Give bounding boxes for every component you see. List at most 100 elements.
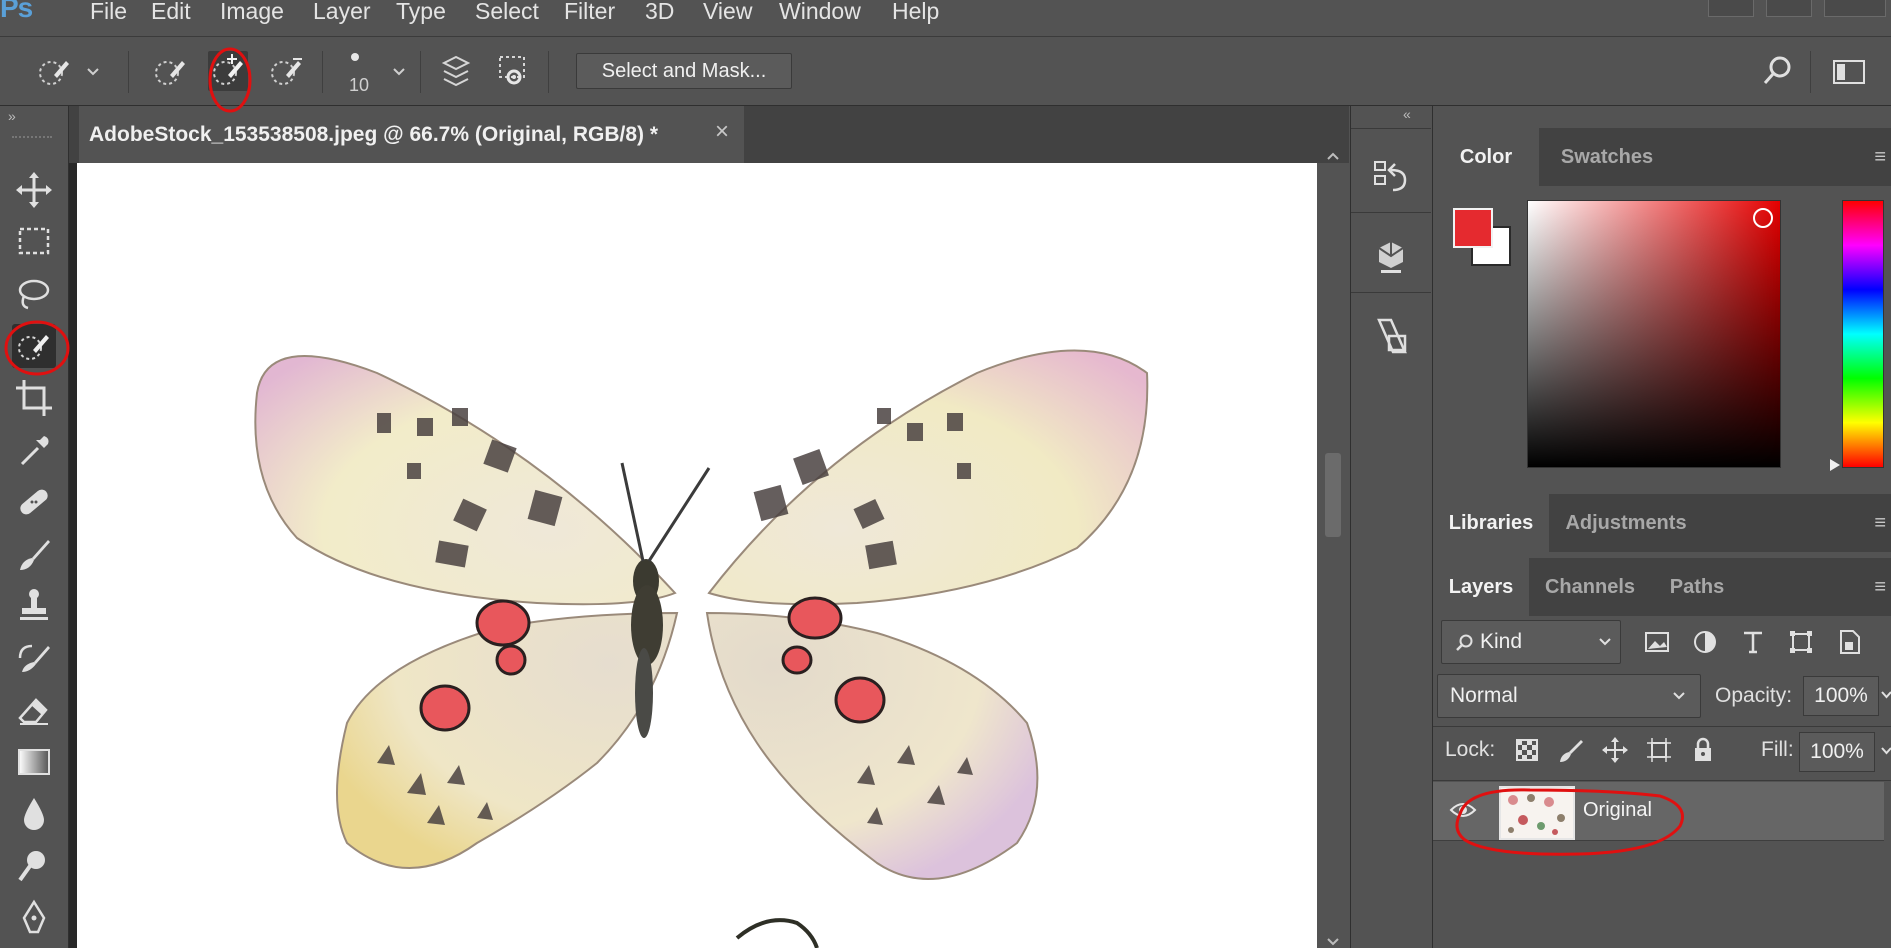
eyedropper-icon[interactable]: [12, 428, 56, 472]
workspace-icon[interactable]: [1828, 51, 1868, 91]
panel-menu-icon[interactable]: ≡: [1874, 512, 1886, 535]
filter-type-icon[interactable]: [1739, 628, 1767, 656]
hue-slider-handle-icon[interactable]: [1829, 458, 1841, 472]
layer-name[interactable]: Original: [1583, 799, 1652, 822]
tab-color[interactable]: Color: [1433, 128, 1539, 186]
new-selection-icon[interactable]: [150, 51, 190, 91]
scroll-thumb[interactable]: [1325, 453, 1341, 537]
dodge-icon[interactable]: [12, 844, 56, 888]
tab-channels[interactable]: Channels: [1529, 558, 1651, 616]
search-icon: [1456, 634, 1473, 651]
lasso-icon[interactable]: [12, 272, 56, 316]
pen-icon[interactable]: [12, 896, 56, 940]
search-icon[interactable]: [1758, 51, 1798, 91]
color-panel-tabs: Color Swatches ≡: [1433, 128, 1891, 186]
menu-help[interactable]: Help: [892, 0, 939, 25]
blend-mode-dropdown[interactable]: Normal: [1437, 674, 1701, 718]
tab-paths[interactable]: Paths: [1651, 558, 1743, 616]
properties-icon[interactable]: [1371, 314, 1411, 358]
healing-brush-icon[interactable]: [12, 480, 56, 524]
chevron-down-icon[interactable]: [392, 67, 406, 77]
menu-select[interactable]: Select: [475, 0, 539, 25]
filter-kind-label: Kind: [1480, 630, 1523, 653]
brush-icon[interactable]: [12, 532, 56, 576]
restore-button[interactable]: [1766, 0, 1812, 17]
blur-icon[interactable]: [12, 792, 56, 836]
menu-edit[interactable]: Edit: [151, 0, 191, 25]
crop-icon[interactable]: [12, 376, 56, 420]
hue-slider[interactable]: [1842, 200, 1884, 468]
layer-filter-dropdown[interactable]: Kind: [1441, 620, 1621, 664]
panel-menu-icon[interactable]: ≡: [1874, 576, 1886, 599]
filter-shape-icon[interactable]: [1787, 628, 1815, 656]
chevron-down-icon[interactable]: [1881, 746, 1891, 756]
brush-preview-icon[interactable]: [351, 53, 359, 61]
tab-libraries[interactable]: Libraries: [1433, 494, 1549, 552]
color-field[interactable]: [1527, 200, 1781, 468]
gradient-icon[interactable]: [12, 740, 56, 784]
fill-input[interactable]: 100%: [1799, 732, 1875, 772]
panel-menu-icon[interactable]: ≡: [1874, 146, 1886, 169]
close-tab-icon[interactable]: ×: [715, 118, 729, 146]
collapse-panels-icon[interactable]: «: [1403, 106, 1411, 122]
menu-type[interactable]: Type: [396, 0, 446, 25]
layer-row[interactable]: Original: [1433, 782, 1884, 841]
separator: [548, 51, 549, 93]
filter-pixel-icon[interactable]: [1643, 628, 1671, 656]
grip[interactable]: [12, 136, 52, 144]
lock-transparency-icon[interactable]: [1513, 736, 1541, 764]
menu-bar: Ps File Edit Image Layer Type Select Fil…: [0, 0, 1891, 37]
eraser-icon[interactable]: [12, 688, 56, 732]
history-brush-icon[interactable]: [12, 636, 56, 680]
document-tab[interactable]: AdobeStock_153538508.jpeg @ 66.7% (Origi…: [79, 106, 744, 163]
libraries-panel-tabs: Libraries Adjustments ≡: [1433, 494, 1891, 552]
history-icon[interactable]: [1371, 156, 1411, 196]
add-to-selection-icon[interactable]: [208, 51, 248, 91]
tab-layers[interactable]: Layers: [1433, 558, 1529, 616]
menu-window[interactable]: Window: [779, 0, 861, 25]
lock-position-icon[interactable]: [1601, 736, 1629, 764]
brush-size-value[interactable]: 10: [349, 75, 369, 96]
opacity-input[interactable]: 100%: [1803, 676, 1879, 716]
filter-smart-object-icon[interactable]: [1835, 628, 1863, 656]
vertical-scrollbar[interactable]: [1317, 152, 1349, 948]
menu-3d[interactable]: 3D: [645, 0, 674, 25]
close-window-button[interactable]: [1824, 0, 1886, 17]
filter-adjustment-icon[interactable]: [1691, 628, 1719, 656]
foreground-color-swatch[interactable]: [1453, 208, 1493, 248]
minimize-button[interactable]: [1708, 0, 1754, 17]
photoshop-logo: Ps: [0, 0, 33, 23]
sample-all-layers-icon[interactable]: [436, 51, 476, 91]
move-icon[interactable]: [12, 168, 56, 212]
collapse-toolbar-icon[interactable]: »: [8, 108, 16, 124]
scroll-down-icon[interactable]: [1326, 937, 1340, 947]
image-canvas[interactable]: [77, 163, 1317, 948]
lock-artboard-icon[interactable]: [1645, 736, 1673, 764]
chevron-down-icon: [1599, 638, 1611, 646]
separator: [1810, 51, 1811, 93]
3d-panel-icon[interactable]: [1371, 236, 1411, 276]
stamp-icon[interactable]: [12, 584, 56, 628]
menu-filter[interactable]: Filter: [564, 0, 615, 25]
lock-all-icon[interactable]: [1689, 736, 1717, 764]
tab-adjustments[interactable]: Adjustments: [1549, 494, 1703, 552]
eye-icon[interactable]: [1449, 800, 1477, 820]
color-picker-cursor[interactable]: [1753, 208, 1773, 228]
menu-view[interactable]: View: [703, 0, 752, 25]
marquee-icon[interactable]: [12, 220, 56, 264]
layer-thumbnail[interactable]: [1499, 786, 1575, 840]
separator: [420, 51, 421, 93]
select-and-mask-button[interactable]: Select and Mask...: [576, 53, 792, 89]
subtract-from-selection-icon[interactable]: [266, 51, 306, 91]
chevron-down-icon[interactable]: [86, 67, 100, 77]
scroll-up-icon[interactable]: [1326, 151, 1340, 161]
chevron-down-icon[interactable]: [1881, 690, 1891, 700]
lock-pixels-icon[interactable]: [1557, 736, 1585, 764]
auto-enhance-icon[interactable]: [494, 51, 534, 91]
quick-selection-icon[interactable]: [12, 324, 56, 368]
tool-preset-icon[interactable]: [34, 51, 74, 91]
menu-layer[interactable]: Layer: [313, 0, 371, 25]
menu-file[interactable]: File: [90, 0, 127, 25]
tab-swatches[interactable]: Swatches: [1539, 128, 1675, 186]
menu-image[interactable]: Image: [220, 0, 284, 25]
